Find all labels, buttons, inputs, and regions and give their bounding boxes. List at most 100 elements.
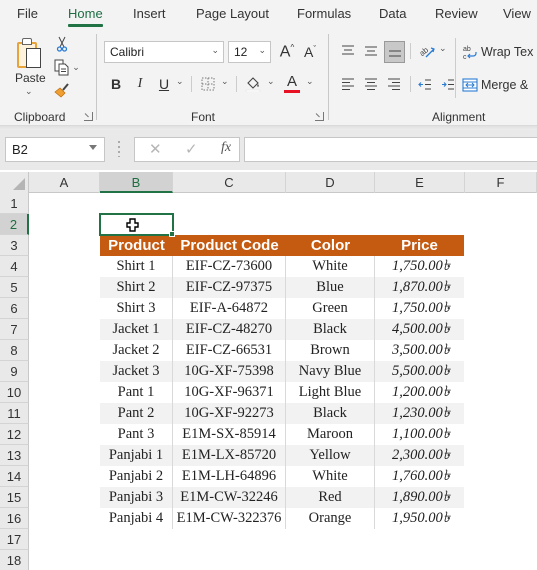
formula-input[interactable] [244, 137, 537, 162]
tab-data[interactable]: Data [379, 6, 406, 21]
merge-center-button[interactable]: Merge & [462, 74, 537, 96]
cell-product-code[interactable]: 10G-XF-96371 [173, 382, 286, 403]
cell-color[interactable]: Black [286, 319, 375, 340]
column-header-d[interactable]: D [286, 172, 375, 193]
italic-button[interactable]: I [131, 74, 149, 94]
row-header-18[interactable]: 18 [0, 550, 29, 570]
cancel-icon[interactable]: ✕ [149, 140, 162, 158]
column-header-c[interactable]: C [173, 172, 286, 193]
row-header-3[interactable]: 3 [0, 235, 29, 256]
wrap-text-button[interactable]: ab c Wrap Tex [462, 41, 537, 63]
row-header-8[interactable]: 8 [0, 340, 29, 361]
cell-price[interactable]: 1,760.00৳ [375, 466, 464, 487]
cell-color[interactable]: Green [286, 298, 375, 319]
row-header-17[interactable]: 17 [0, 529, 29, 550]
fill-color-button[interactable] [243, 74, 263, 94]
font-name-select[interactable]: Calibri ⌄ [104, 41, 224, 63]
paste-button[interactable]: Paste ⌄ [10, 32, 50, 102]
cell-product-code[interactable]: 10G-XF-92273 [173, 403, 286, 424]
column-header-b[interactable]: B [100, 172, 173, 193]
header-product-code[interactable]: Product Code [173, 235, 286, 256]
row-header-15[interactable]: 15 [0, 487, 29, 508]
row-header-11[interactable]: 11 [0, 403, 29, 424]
cell-product[interactable]: Jacket 2 [100, 340, 173, 361]
tab-insert[interactable]: Insert [133, 6, 166, 21]
cell-product[interactable]: Panjabi 4 [100, 508, 173, 529]
cell-product[interactable]: Shirt 2 [100, 277, 173, 298]
cell-product[interactable]: Jacket 1 [100, 319, 173, 340]
cell-price[interactable]: 1,890.00৳ [375, 487, 464, 508]
cell-product[interactable]: Shirt 1 [100, 256, 173, 277]
copy-button[interactable]: ⌄ [52, 58, 82, 76]
header-product[interactable]: Product [100, 235, 173, 256]
cell-color[interactable]: Blue [286, 277, 375, 298]
enter-checkmark-icon[interactable]: ✓ [185, 140, 198, 158]
cell-price[interactable]: 4,500.00৳ [375, 319, 464, 340]
format-painter-button[interactable] [53, 81, 71, 99]
tab-home[interactable]: Home [68, 6, 103, 27]
cell-price[interactable]: 2,300.00৳ [375, 445, 464, 466]
cell-product-code[interactable]: EIF-CZ-66531 [173, 340, 286, 361]
align-right-button[interactable] [385, 74, 403, 94]
row-header-16[interactable]: 16 [0, 508, 29, 529]
align-left-button[interactable] [339, 74, 357, 94]
row-header-4[interactable]: 4 [0, 256, 29, 277]
clipboard-dialog-launcher-icon[interactable] [84, 112, 93, 121]
fill-handle[interactable] [169, 231, 175, 237]
cell-product-code[interactable]: E1M-CW-32246 [173, 487, 286, 508]
cell-product-code[interactable]: EIF-CZ-97375 [173, 277, 286, 298]
name-box[interactable]: B2 [5, 137, 105, 162]
cell-product[interactable]: Pant 3 [100, 424, 173, 445]
tab-view[interactable]: View [503, 6, 531, 21]
cell-price[interactable]: 3,500.00৳ [375, 340, 464, 361]
cell-product-code[interactable]: EIF-A-64872 [173, 298, 286, 319]
tab-review[interactable]: Review [435, 6, 478, 21]
orientation-dropdown-icon[interactable]: ⌄ [439, 43, 447, 54]
cell-price[interactable]: 5,500.00৳ [375, 361, 464, 382]
row-header-12[interactable]: 12 [0, 424, 29, 445]
cell-product[interactable]: Shirt 3 [100, 298, 173, 319]
bold-button[interactable]: B [107, 74, 125, 94]
insert-function-icon[interactable]: fx [221, 140, 231, 156]
cell-color[interactable]: Orange [286, 508, 375, 529]
font-size-select[interactable]: 12 ⌄ [228, 41, 271, 63]
decrease-font-size-button[interactable]: Aˇ [300, 41, 320, 63]
orientation-button[interactable]: ab [416, 41, 438, 61]
cell-product[interactable]: Pant 1 [100, 382, 173, 403]
cell-price[interactable]: 1,870.00৳ [375, 277, 464, 298]
header-color[interactable]: Color [286, 235, 375, 256]
select-all-button[interactable] [0, 172, 29, 193]
cell-color[interactable]: Black [286, 403, 375, 424]
cell-product-code[interactable]: E1M-SX-85914 [173, 424, 286, 445]
cell-color[interactable]: Red [286, 487, 375, 508]
tab-file[interactable]: File [17, 6, 38, 21]
formula-bar-resize-handle[interactable] [118, 141, 120, 157]
cell-product-code[interactable]: E1M-LH-64896 [173, 466, 286, 487]
cell-color[interactable]: Light Blue [286, 382, 375, 403]
cell-product-code[interactable]: EIF-CZ-73600 [173, 256, 286, 277]
borders-button[interactable] [199, 74, 217, 94]
column-header-f[interactable]: F [465, 172, 537, 193]
middle-align-button[interactable] [362, 41, 380, 61]
row-header-13[interactable]: 13 [0, 445, 29, 466]
cell-price[interactable]: 1,750.00৳ [375, 298, 464, 319]
name-box-dropdown-icon[interactable] [89, 145, 97, 150]
row-header-6[interactable]: 6 [0, 298, 29, 319]
cell-color[interactable]: Yellow [286, 445, 375, 466]
cell-product-code[interactable]: EIF-CZ-48270 [173, 319, 286, 340]
row-header-7[interactable]: 7 [0, 319, 29, 340]
column-header-e[interactable]: E [375, 172, 465, 193]
cell-price[interactable]: 1,200.00৳ [375, 382, 464, 403]
row-header-2[interactable]: 2 [0, 214, 29, 235]
cell-price[interactable]: 1,100.00৳ [375, 424, 464, 445]
cell-product[interactable]: Jacket 3 [100, 361, 173, 382]
cell-product-code[interactable]: E1M-CW-322376 [173, 508, 286, 529]
fill-color-dropdown-icon[interactable]: ⌄ [267, 76, 275, 87]
tab-formulas[interactable]: Formulas [297, 6, 351, 21]
cell-color[interactable]: White [286, 256, 375, 277]
row-header-9[interactable]: 9 [0, 361, 29, 382]
cell-product[interactable]: Pant 2 [100, 403, 173, 424]
align-center-button[interactable] [362, 74, 380, 94]
header-price[interactable]: Price [375, 235, 464, 256]
underline-dropdown-icon[interactable]: ⌄ [176, 76, 184, 87]
